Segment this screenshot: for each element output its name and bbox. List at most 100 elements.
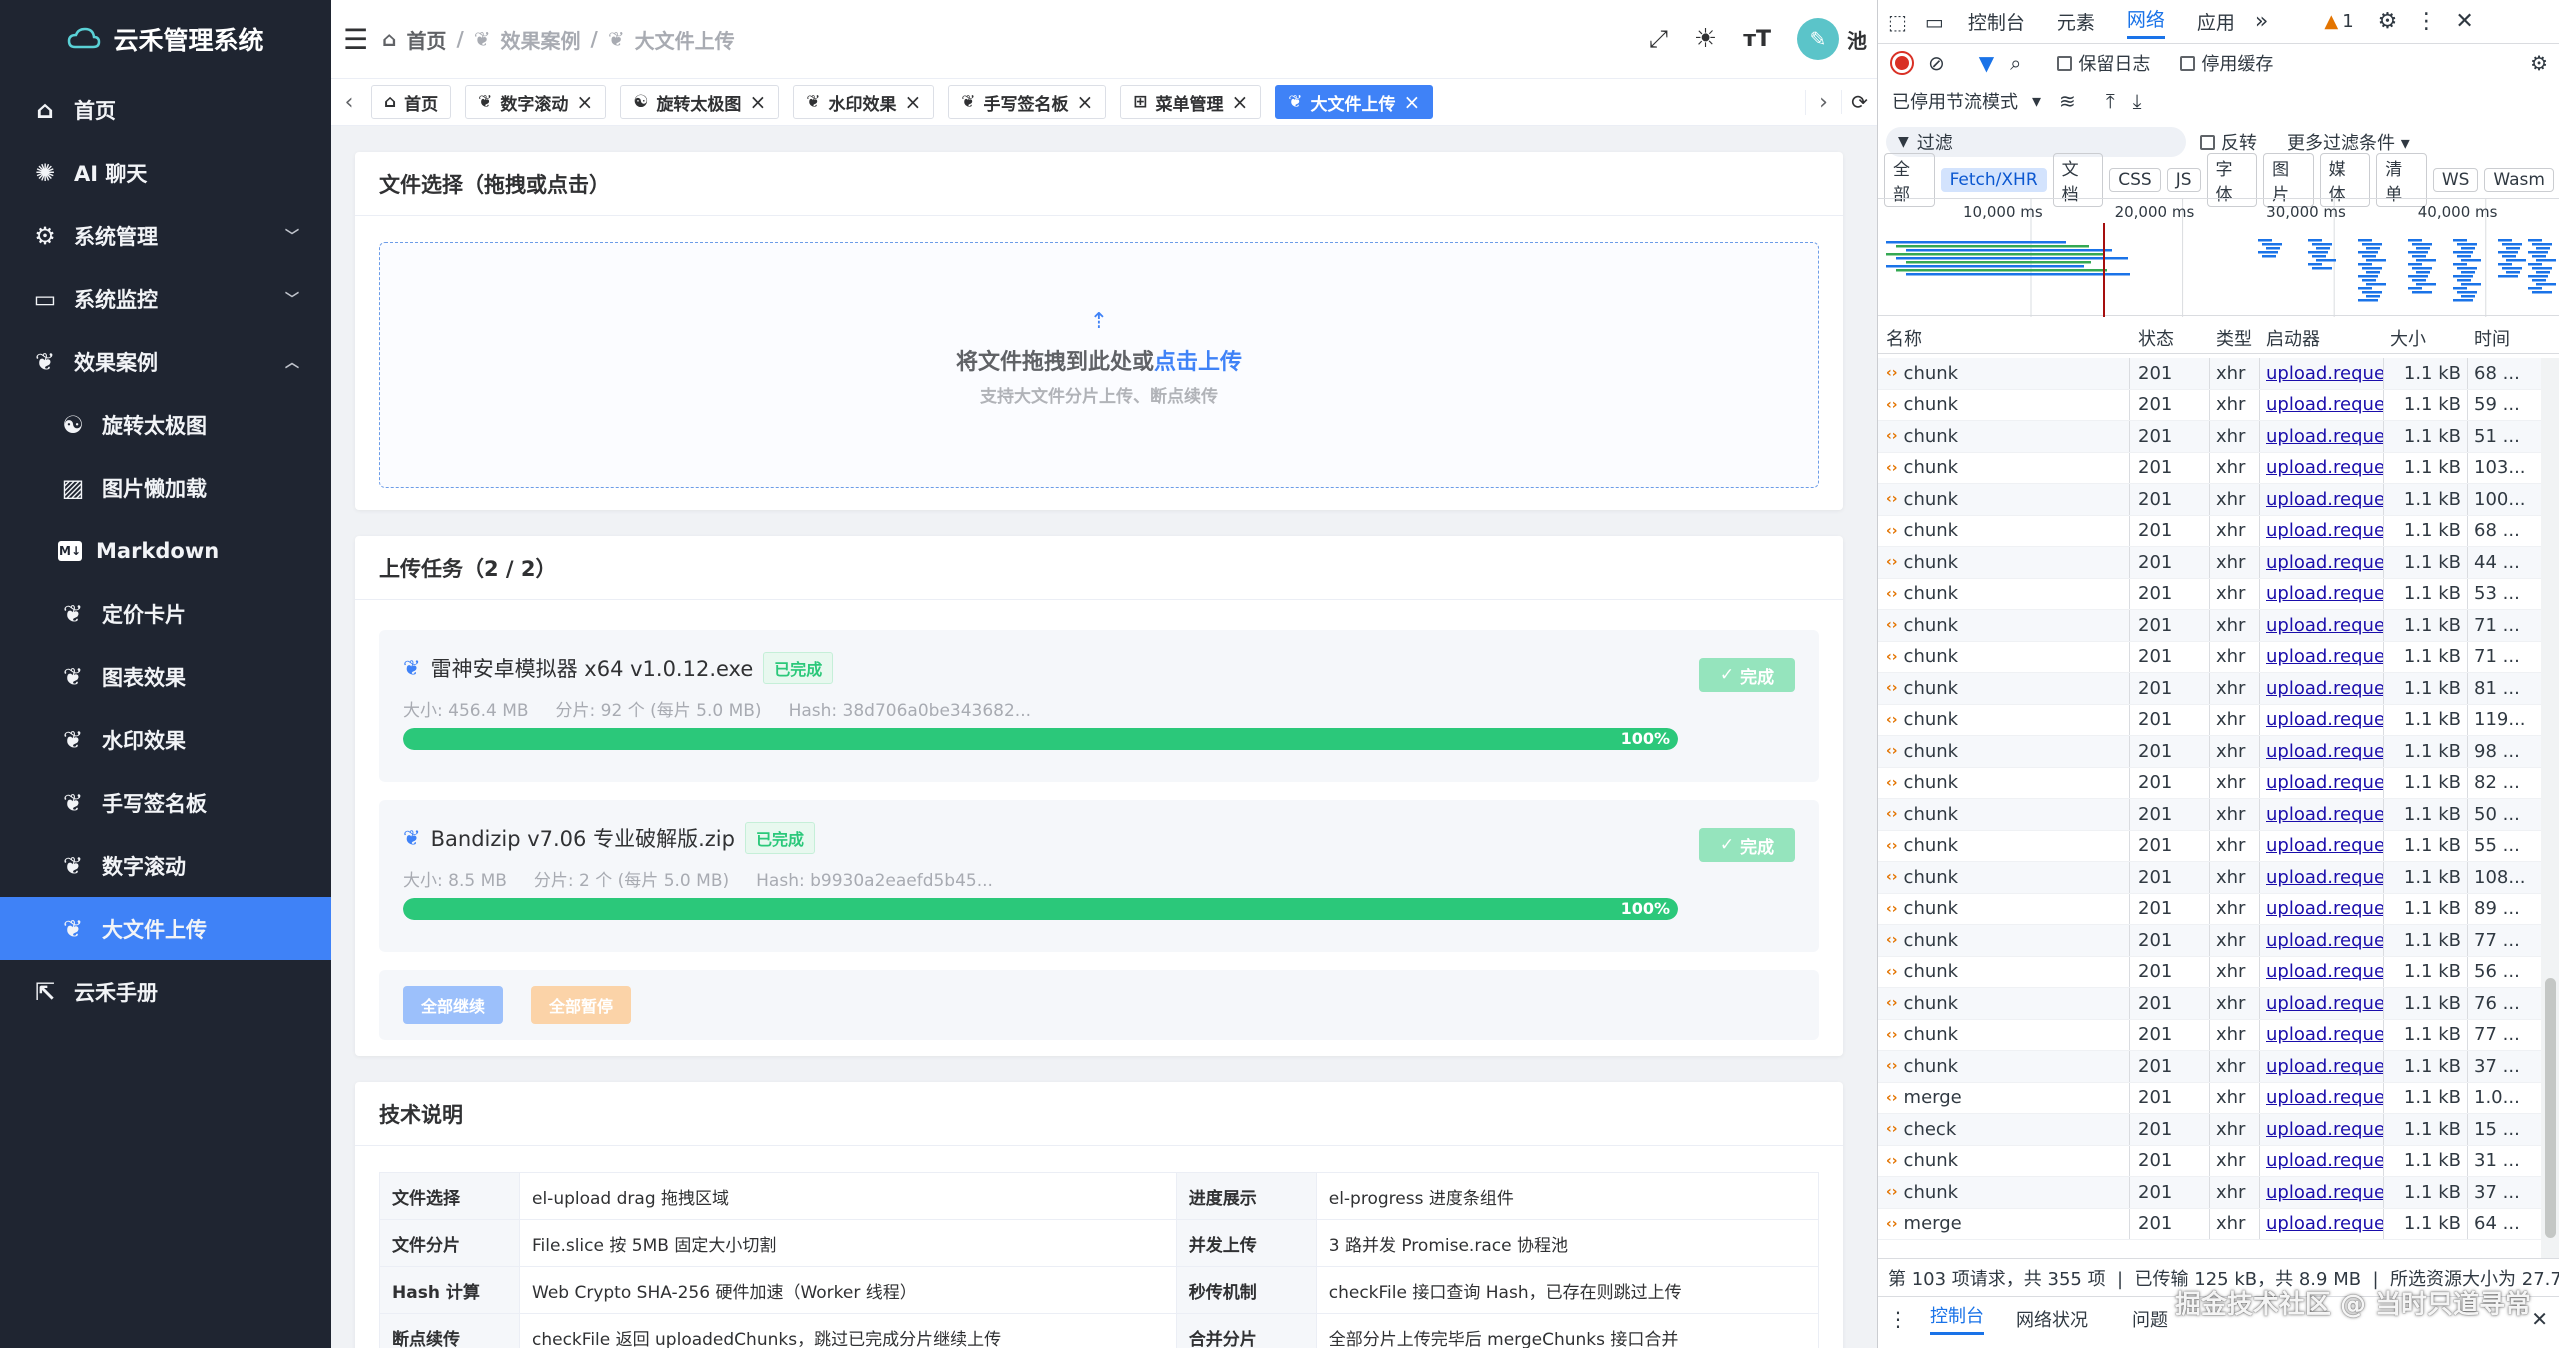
request-initiator-link[interactable]: upload.reque (2260, 1082, 2384, 1113)
sidebar-item[interactable]: ▭ 系统监控 ﹀ (0, 267, 331, 330)
request-initiator-link[interactable]: upload.reque (2260, 704, 2384, 735)
drawer-menu-icon[interactable]: ⋮ (1888, 1307, 1908, 1331)
request-initiator-link[interactable]: upload.reque (2260, 358, 2384, 389)
request-initiator-link[interactable]: upload.reque (2260, 830, 2384, 861)
request-initiator-link[interactable]: upload.reque (2260, 1208, 2384, 1239)
sidebar-item[interactable]: ⌂ 首页 (0, 78, 331, 141)
click-upload-link[interactable]: 点击上传 (1154, 350, 1242, 375)
collapse-menu-icon[interactable]: ☰ (343, 23, 368, 56)
pause-all-button[interactable]: 全部暂停 (531, 986, 632, 1024)
col-status[interactable]: 状态 (2130, 325, 2210, 351)
request-initiator-link[interactable]: upload.reque (2260, 515, 2384, 546)
tabs-scroll-left-icon[interactable]: ‹ (331, 90, 367, 115)
sidebar-item[interactable]: ✺ AI 聊天 (0, 141, 331, 204)
network-request-row[interactable]: ‹› chunk 201 xhr upload.reque 1.1 kB 55 ... (1878, 830, 2541, 862)
sidebar-item[interactable]: ❦ 定价卡片 (0, 582, 331, 645)
close-tab-icon[interactable]: × (576, 92, 593, 112)
devtools-tab[interactable]: 控制台 (1968, 8, 2025, 35)
sidebar-logo[interactable]: 云禾管理系统 (0, 0, 331, 78)
close-tab-icon[interactable]: × (749, 92, 766, 112)
drawer-tab-network-conditions[interactable]: 网络状况 (2016, 1306, 2088, 1332)
page-tab[interactable]: ❦ 水印效果 × (793, 85, 935, 119)
request-initiator-link[interactable]: upload.reque (2260, 925, 2384, 956)
request-initiator-link[interactable]: upload.reque (2260, 484, 2384, 515)
page-tab[interactable]: ❦ 数字滚动 × (465, 85, 607, 119)
wifi-conditions-icon[interactable]: ≋ (2059, 89, 2076, 113)
request-initiator-link[interactable]: upload.reque (2260, 421, 2384, 452)
request-initiator-link[interactable]: upload.reque (2260, 641, 2384, 672)
settings-gear-icon[interactable]: ⚙ (2378, 9, 2398, 34)
filter-funnel-icon[interactable]: ▼ (1979, 51, 1994, 75)
user-name[interactable]: 池 (1847, 25, 1867, 54)
network-request-row[interactable]: ‹› chunk 201 xhr upload.reque 1.1 kB 100... (1878, 484, 2541, 516)
search-icon[interactable]: ⌕ (2010, 51, 2021, 75)
resource-type-filter[interactable]: WS (2432, 168, 2479, 192)
close-tab-icon[interactable]: × (904, 92, 921, 112)
scrollbar-track[interactable] (2541, 358, 2559, 1258)
request-initiator-link[interactable]: upload.reque (2260, 578, 2384, 609)
warning-icon[interactable]: ▲ (2324, 11, 2338, 32)
network-request-row[interactable]: ‹› chunk 201 xhr upload.reque 1.1 kB 119... (1878, 704, 2541, 736)
network-request-row[interactable]: ‹› chunk 201 xhr upload.reque 1.1 kB 76 ... (1878, 988, 2541, 1020)
resource-type-filter[interactable]: CSS (2109, 168, 2161, 192)
drawer-tab-console[interactable]: 控制台 (1930, 1302, 1984, 1335)
disable-cache-checkbox[interactable]: 停用缓存 (2180, 50, 2273, 76)
network-request-row[interactable]: ‹› merge 201 xhr upload.reque 1.1 kB 64 ... (1878, 1208, 2541, 1240)
network-request-row[interactable]: ‹› chunk 201 xhr upload.reque 1.1 kB 82 ... (1878, 767, 2541, 799)
network-request-row[interactable]: ‹› chunk 201 xhr upload.reque 1.1 kB 50 ... (1878, 799, 2541, 831)
network-request-row[interactable]: ‹› chunk 201 xhr upload.reque 1.1 kB 56 ... (1878, 956, 2541, 988)
request-initiator-link[interactable]: upload.reque (2260, 610, 2384, 641)
network-request-row[interactable]: ‹› chunk 201 xhr upload.reque 1.1 kB 37 ... (1878, 1177, 2541, 1209)
sidebar-item[interactable]: ❦ 图表效果 (0, 645, 331, 708)
request-initiator-link[interactable]: upload.reque (2260, 893, 2384, 924)
network-request-row[interactable]: ‹› chunk 201 xhr upload.reque 1.1 kB 44 ... (1878, 547, 2541, 579)
page-tab[interactable]: ❦ 手写签名板 × (948, 85, 1107, 119)
network-request-row[interactable]: ‹› chunk 201 xhr upload.reque 1.1 kB 59 ... (1878, 389, 2541, 421)
request-initiator-link[interactable]: upload.reque (2260, 862, 2384, 893)
font-size-icon[interactable]: тT (1743, 27, 1771, 52)
resource-type-filter[interactable]: JS (2166, 168, 2201, 192)
resource-type-filter[interactable]: Wasm (2484, 168, 2554, 192)
inspect-icon[interactable]: ⬚ (1888, 10, 1907, 34)
preserve-log-checkbox[interactable]: 保留日志 (2057, 50, 2150, 76)
task-done-button[interactable]: ✓ 完成 (1699, 828, 1795, 862)
col-initiator[interactable]: 启动器 (2260, 325, 2384, 351)
kebab-menu-icon[interactable]: ⋮ (2415, 9, 2437, 34)
resource-type-filter[interactable]: Fetch/XHR (1940, 168, 2047, 192)
close-drawer-icon[interactable]: ✕ (2531, 1307, 2548, 1331)
fullscreen-icon[interactable]: ⤢ (1649, 25, 1668, 53)
theme-sun-icon[interactable]: ☀ (1694, 24, 1717, 54)
sidebar-item[interactable]: ❦ 效果案例 ︿ (0, 330, 331, 393)
request-initiator-link[interactable]: upload.reque (2260, 988, 2384, 1019)
request-initiator-link[interactable]: upload.reque (2260, 547, 2384, 578)
sidebar-item[interactable]: ❦ 数字滚动 (0, 834, 331, 897)
network-request-row[interactable]: ‹› chunk 201 xhr upload.reque 1.1 kB 71 ... (1878, 641, 2541, 673)
network-request-row[interactable]: ‹› chunk 201 xhr upload.reque 1.1 kB 37 ... (1878, 1051, 2541, 1083)
network-request-row[interactable]: ‹› chunk 201 xhr upload.reque 1.1 kB 89 ... (1878, 893, 2541, 925)
devtools-tab[interactable]: 网络 (2126, 5, 2165, 39)
refresh-icon[interactable]: ⟳ (1841, 90, 1877, 114)
breadcrumb-item-home[interactable]: 首页 (406, 25, 446, 54)
sidebar-item[interactable]: ❦ 手写签名板 (0, 771, 331, 834)
drawer-tab-issues[interactable]: 问题 (2132, 1306, 2168, 1332)
devtools-tab[interactable]: 应用 (2197, 8, 2235, 35)
request-initiator-link[interactable]: upload.reque (2260, 452, 2384, 483)
network-request-row[interactable]: ‹› chunk 201 xhr upload.reque 1.1 kB 103... (1878, 452, 2541, 484)
col-time[interactable]: 时间 (2468, 325, 2541, 351)
sidebar-item[interactable]: ☯ 旋转太极图 (0, 393, 331, 456)
network-request-row[interactable]: ‹› chunk 201 xhr upload.reque 1.1 kB 53 ... (1878, 578, 2541, 610)
scrollbar-thumb[interactable] (2545, 978, 2556, 1238)
network-request-row[interactable]: ‹› chunk 201 xhr upload.reque 1.1 kB 77 ... (1878, 925, 2541, 957)
sidebar-item[interactable]: ⚙ 系统管理 ﹀ (0, 204, 331, 267)
close-tab-icon[interactable]: × (1404, 92, 1421, 112)
more-tabs-icon[interactable]: » (2255, 9, 2268, 34)
network-request-row[interactable]: ‹› chunk 201 xhr upload.reque 1.1 kB 108... (1878, 862, 2541, 894)
sidebar-item[interactable]: ⇱ 云禾手册 (0, 960, 331, 1023)
network-request-row[interactable]: ‹› chunk 201 xhr upload.reque 1.1 kB 68 ... (1878, 358, 2541, 390)
network-request-row[interactable]: ‹› chunk 201 xhr upload.reque 1.1 kB 51 ... (1878, 421, 2541, 453)
network-request-row[interactable]: ‹› chunk 201 xhr upload.reque 1.1 kB 31 ... (1878, 1145, 2541, 1177)
request-initiator-link[interactable]: upload.reque (2260, 799, 2384, 830)
close-tab-icon[interactable]: × (1076, 92, 1093, 112)
network-settings-icon[interactable]: ⚙ (2530, 51, 2548, 75)
device-icon[interactable]: ▭ (1925, 10, 1944, 34)
